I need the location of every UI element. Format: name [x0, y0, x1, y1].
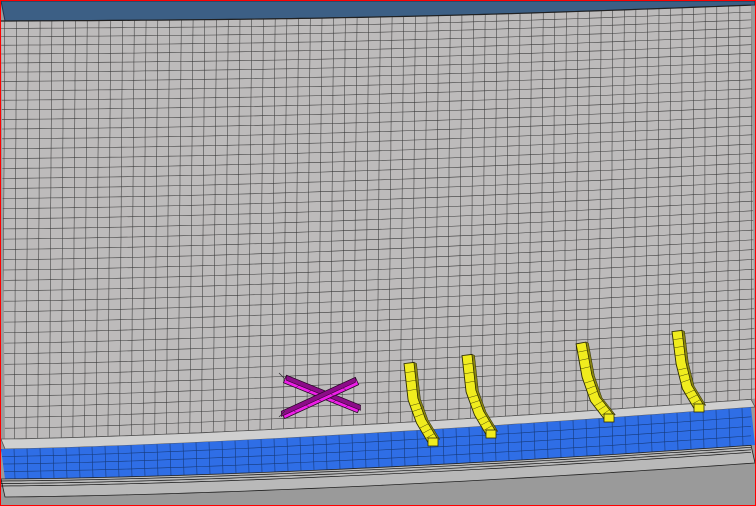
mesh-viewport[interactable]: [0, 0, 756, 506]
body-panel-mesh[interactable]: [1, 4, 755, 439]
fe-mesh-scene[interactable]: [1, 1, 755, 505]
